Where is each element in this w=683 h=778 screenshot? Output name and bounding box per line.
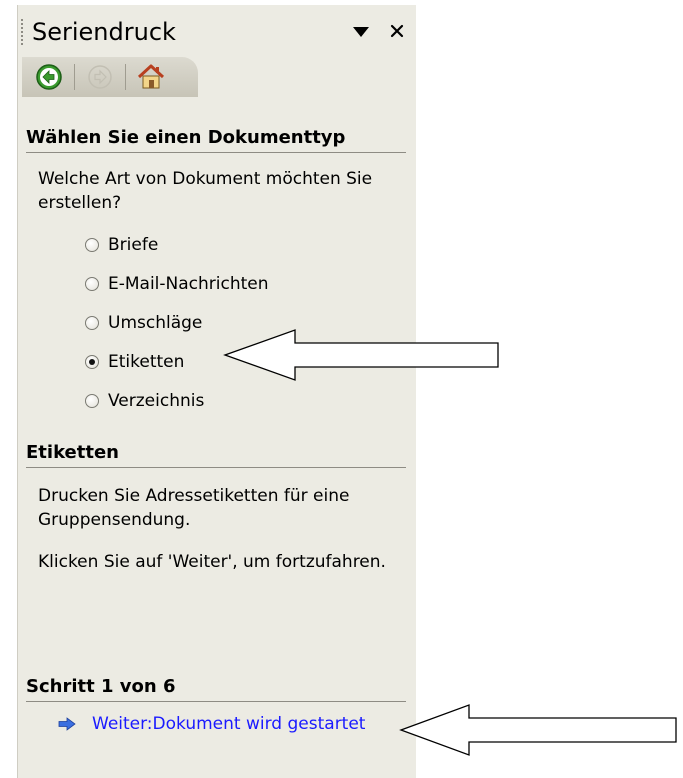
dropdown-arrow-icon[interactable] (350, 23, 372, 41)
radio-option-verzeichnis[interactable]: Verzeichnis (85, 388, 204, 414)
radio-button[interactable] (85, 316, 99, 330)
callout-arrow (399, 704, 677, 756)
task-pane: Seriendruck Wählen Sie einen Dokumenttyp… (17, 5, 416, 778)
next-step-link[interactable]: Weiter:Dokument wird gestartet (58, 714, 365, 734)
section-title-step: Schritt 1 von 6 (26, 675, 406, 702)
etiketten-description: Drucken Sie Adressetiketten für eine Gru… (38, 486, 350, 530)
radio-button-selected[interactable] (85, 355, 99, 369)
separator (74, 64, 75, 90)
forward-button[interactable] (83, 60, 117, 94)
continue-hint: Klicken Sie auf 'Weiter', um fortzufahre… (38, 552, 386, 572)
radio-option-briefe[interactable]: Briefe (85, 232, 158, 258)
navigation-toolbar (18, 55, 417, 107)
radio-option-etiketten[interactable]: Etiketten (85, 349, 184, 375)
forward-arrow-icon (88, 65, 112, 89)
radio-button[interactable] (85, 394, 99, 408)
radio-option-umschlaege[interactable]: Umschläge (85, 310, 202, 336)
pane-header: Seriendruck (18, 5, 417, 55)
radio-label: Etiketten (108, 352, 185, 372)
section-title-etiketten: Etiketten (26, 441, 406, 468)
home-icon (137, 64, 165, 89)
separator (125, 64, 126, 90)
nav-button-group (22, 57, 198, 97)
section-title-doctype: Wählen Sie einen Dokumenttyp (26, 126, 406, 153)
blue-arrow-icon (58, 717, 76, 731)
radio-label: E-Mail-Nachrichten (108, 274, 269, 294)
radio-label: Umschläge (108, 313, 203, 333)
radio-button[interactable] (85, 277, 99, 291)
radio-label: Verzeichnis (108, 391, 205, 411)
pane-title: Seriendruck (32, 18, 176, 46)
next-step-link-label[interactable]: Weiter:Dokument wird gestartet (92, 714, 365, 734)
radio-button[interactable] (85, 238, 99, 252)
doctype-question: Welche Art von Dokument möchten Sie erst… (38, 169, 373, 213)
grip-icon[interactable] (21, 19, 24, 45)
radio-option-email[interactable]: E-Mail-Nachrichten (85, 271, 269, 297)
back-arrow-icon (36, 64, 62, 90)
back-button[interactable] (32, 60, 66, 94)
radio-label: Briefe (108, 235, 159, 255)
callout-arrow (223, 329, 499, 381)
close-icon[interactable] (386, 19, 408, 43)
home-button[interactable] (134, 60, 168, 94)
